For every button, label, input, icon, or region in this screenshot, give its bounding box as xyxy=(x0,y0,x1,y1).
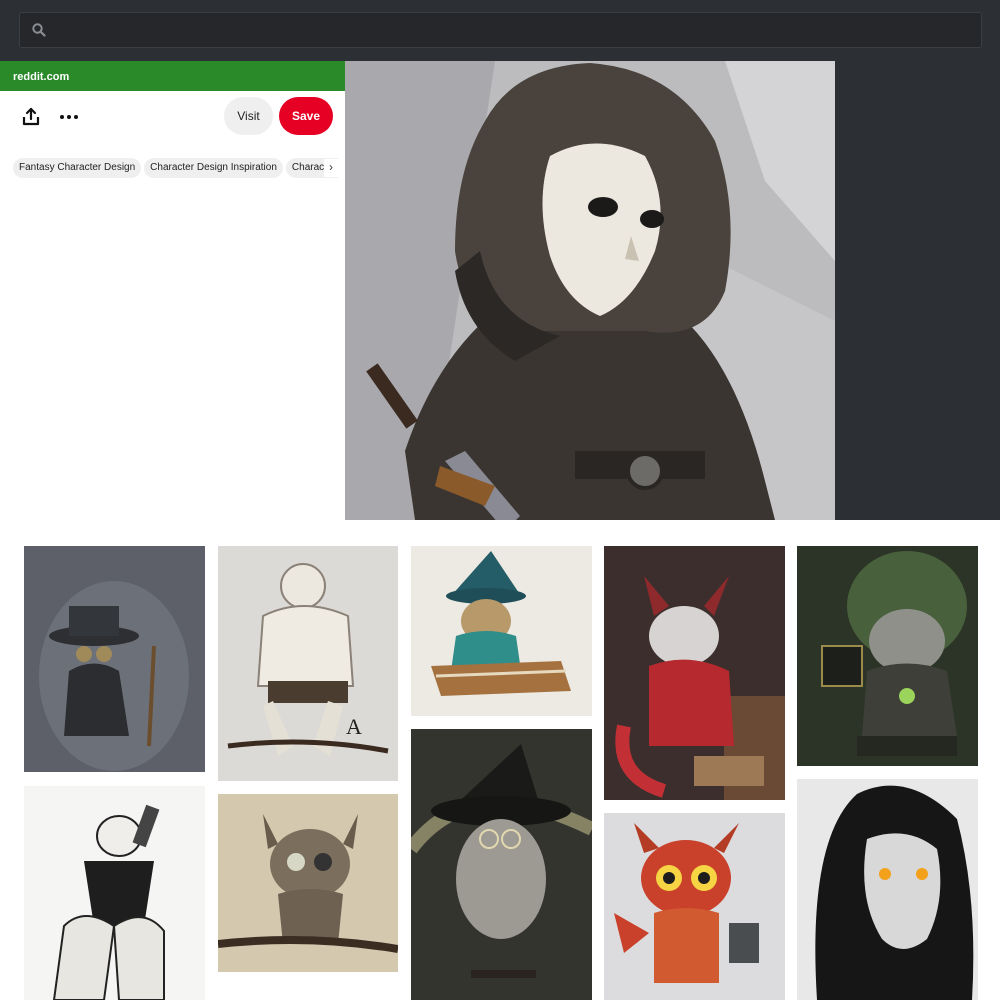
related-pin-wizard-owl-book[interactable] xyxy=(411,546,592,716)
related-pin-pirate-owl-branch[interactable] xyxy=(218,794,398,972)
pin-action-row: Visit Save xyxy=(0,91,345,143)
related-pin-muscular-owl[interactable]: A xyxy=(218,546,398,781)
related-pin-snowy-owl-sketch[interactable] xyxy=(24,786,205,1000)
visit-button[interactable]: Visit xyxy=(224,97,273,135)
related-pin-plague-doctor-bird[interactable] xyxy=(24,546,205,772)
pin-detail-panel: reddit.com Visit Save Fantasy Character … xyxy=(0,61,345,520)
source-link[interactable]: reddit.com xyxy=(0,61,345,91)
more-options-icon[interactable] xyxy=(58,106,80,128)
related-pin-baby-red-dragon[interactable] xyxy=(604,813,785,1000)
tag-fantasy-character-design[interactable]: Fantasy Character Design xyxy=(13,158,142,178)
save-button[interactable]: Save xyxy=(279,97,333,135)
search-input[interactable] xyxy=(54,13,974,47)
chevron-right-icon[interactable]: › xyxy=(324,159,338,177)
related-pin-wizard-owl-hat[interactable] xyxy=(411,729,592,1000)
related-pin-hooded-owl-dark[interactable] xyxy=(797,779,978,1000)
related-pin-red-dragon-cat[interactable] xyxy=(604,546,785,800)
search-icon xyxy=(32,23,46,37)
share-icon[interactable] xyxy=(20,106,42,128)
search-bar[interactable] xyxy=(19,12,982,48)
top-area: reddit.com Visit Save Fantasy Character … xyxy=(0,0,1000,520)
pin-main-image[interactable] xyxy=(345,61,835,520)
svg-text:A: A xyxy=(346,714,362,739)
tag-character-design-inspiration[interactable]: Character Design Inspiration xyxy=(144,158,283,178)
related-pin-grumpy-cat-warrior[interactable] xyxy=(797,546,978,766)
related-tags: Fantasy Character Design Character Design… xyxy=(13,158,338,180)
